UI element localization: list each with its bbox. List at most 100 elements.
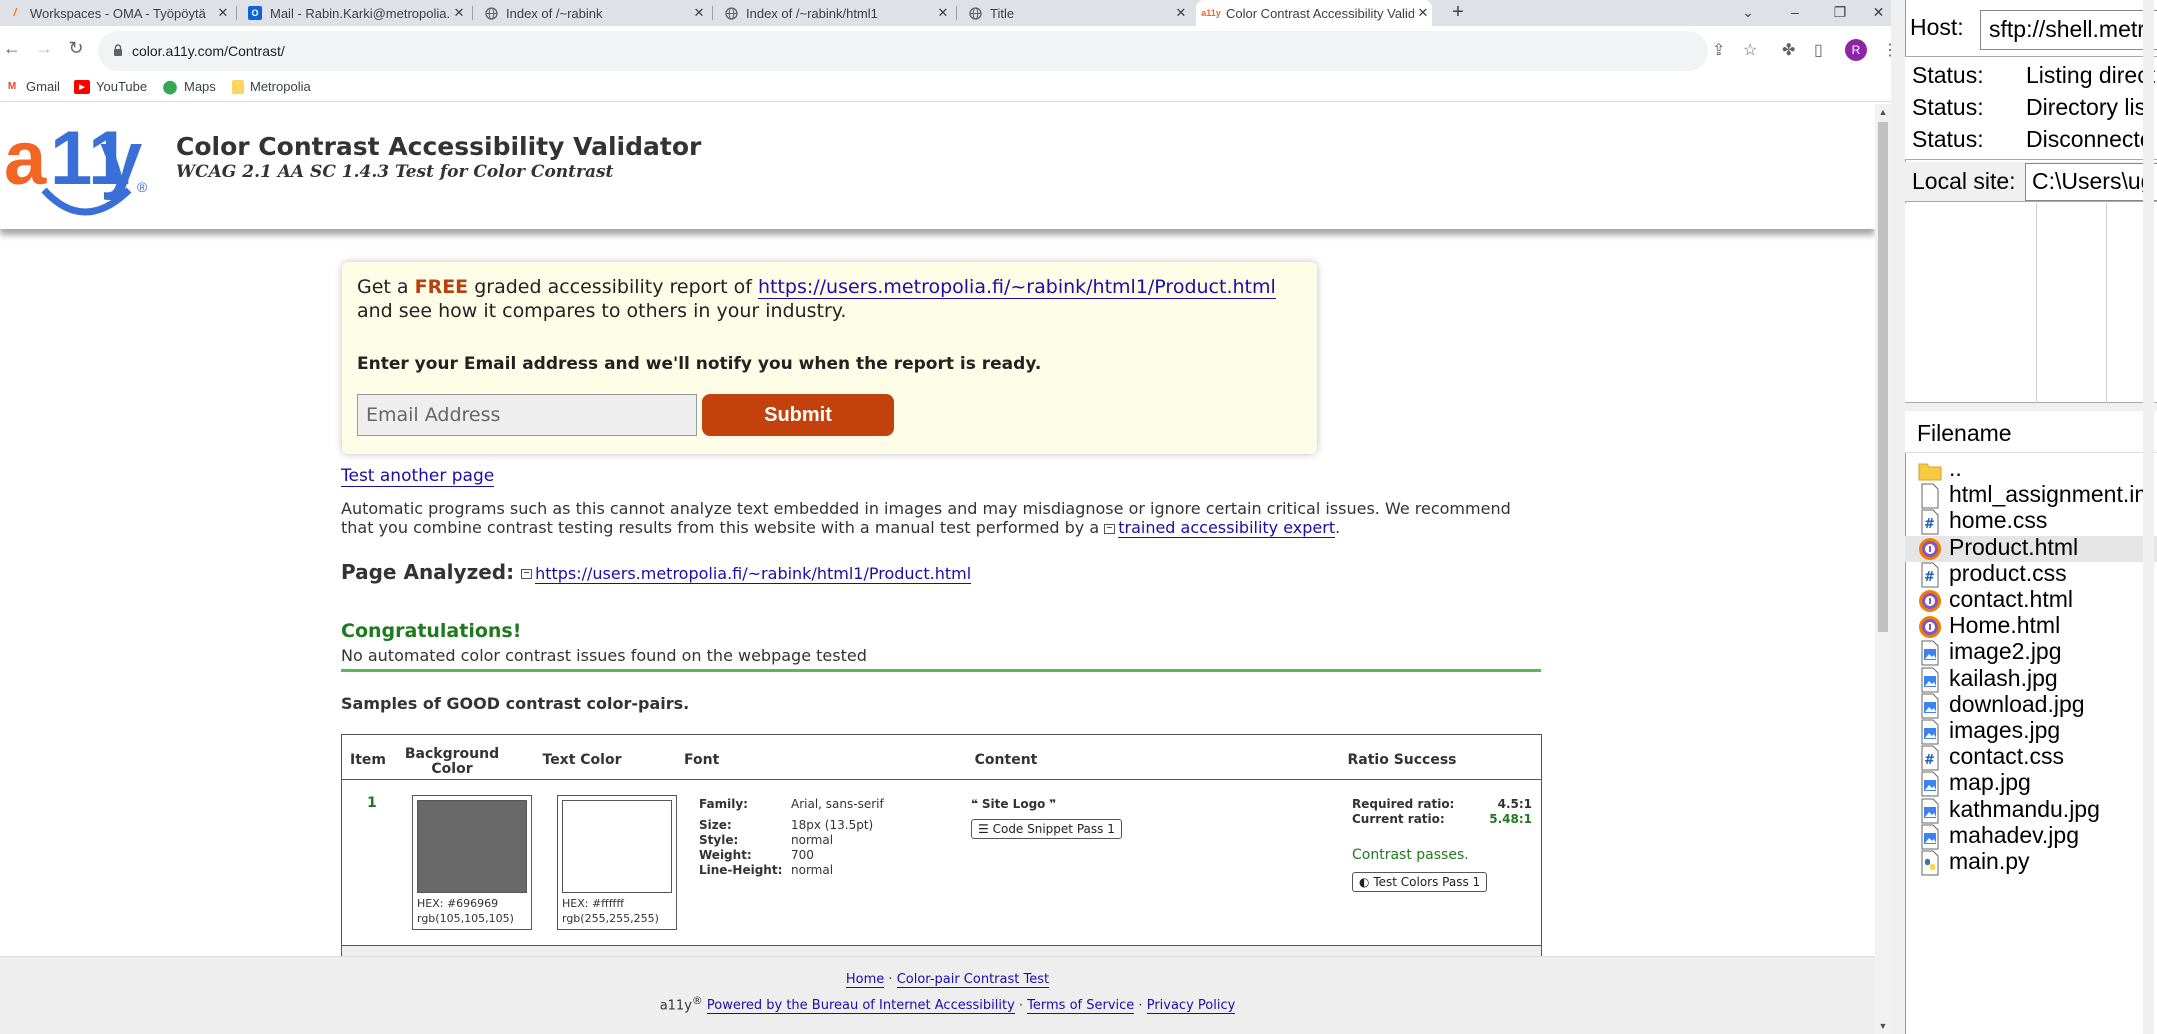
tab-title[interactable]: Title ✕	[960, 0, 1190, 26]
address-bar[interactable]	[98, 31, 1708, 71]
page-scrollbar[interactable]: ▲ ▼	[1875, 104, 1891, 1034]
close-icon[interactable]: ✕	[450, 5, 468, 21]
share-icon[interactable]: ⇪	[1712, 40, 1725, 60]
background-color-cell: HEX: #696969 rgb(105,105,105)	[412, 795, 532, 930]
file-row[interactable]: images.jpg	[1905, 717, 2157, 745]
reload-icon[interactable]: ↻	[64, 38, 88, 59]
file-name: kailash.jpg	[1949, 664, 2058, 691]
congrats-heading: Congratulations!	[341, 620, 522, 642]
restore-button[interactable]: ❐	[1820, 0, 1860, 26]
file-row[interactable]: Product.html	[1905, 534, 2157, 562]
profile-avatar[interactable]: R	[1845, 39, 1867, 61]
css-file-icon: #	[1918, 562, 1942, 588]
tab-index-rabink[interactable]: Index of /~rabink ✕	[476, 0, 708, 26]
lock-icon[interactable]	[112, 44, 124, 56]
file-row[interactable]: ..	[1905, 455, 2157, 483]
quote-close-icon: ❞	[1049, 797, 1057, 811]
local-site-input[interactable]: C:\Users\ug	[2025, 163, 2157, 201]
scroll-thumb[interactable]	[1878, 122, 1888, 632]
bookmark-maps[interactable]: ⬤ Maps	[162, 78, 216, 95]
file-row[interactable]: main.py	[1905, 848, 2157, 876]
filezilla-scrollbar[interactable]	[2140, 0, 2157, 1034]
tab-search-icon[interactable]: ⌄	[1728, 0, 1768, 26]
footer-home-link[interactable]: Home	[845, 972, 885, 988]
bookmark-youtube[interactable]: ▶ YouTube	[74, 79, 147, 94]
test-another-page-link[interactable]: Test another page	[341, 466, 495, 487]
file-name: contact.html	[1949, 586, 2073, 612]
file-name: html_assignment.im	[1949, 481, 2154, 508]
new-tab-button[interactable]: +	[1445, 0, 1471, 26]
close-icon[interactable]: ✕	[1172, 5, 1190, 21]
test-colors-button[interactable]: ◐ Test Colors Pass 1	[1352, 872, 1488, 892]
pane-splitter[interactable]	[1905, 403, 2157, 411]
page-analyzed-label: Page Analyzed:	[341, 560, 515, 584]
file-row[interactable]: kathmandu.jpg	[1905, 796, 2157, 824]
scroll-up-icon[interactable]: ▲	[1875, 104, 1891, 120]
background-swatch	[417, 800, 527, 893]
file-name: images.jpg	[1949, 717, 2061, 743]
file-row[interactable]: html_assignment.im	[1905, 481, 2157, 509]
file-row[interactable]: image2.jpg	[1905, 638, 2157, 666]
minimize-button[interactable]: –	[1775, 0, 1815, 26]
host-input[interactable]: sftp://shell.metr	[1980, 10, 2157, 50]
bookmark-star-icon[interactable]: ☆	[1743, 40, 1757, 60]
header-divider	[342, 779, 1541, 780]
file-row[interactable]: download.jpg	[1905, 691, 2157, 719]
code-snippet-button[interactable]: ☰ Code Snippet Pass 1	[971, 819, 1122, 839]
report-url-link[interactable]: https://users.metropolia.fi/~rabink/html…	[757, 276, 1276, 299]
close-icon[interactable]: ✕	[690, 5, 708, 21]
font-family-value: Arial, sans-serif	[791, 797, 884, 811]
forward-icon[interactable]: →	[32, 38, 56, 59]
free-label: FREE	[414, 276, 469, 298]
filename-column-header[interactable]: Filename	[1917, 420, 2012, 447]
file-name: map.jpg	[1949, 769, 2031, 796]
bookmark-metropolia[interactable]: Metropolia	[232, 79, 311, 94]
content-cell: ❝ Site Logo ❞	[971, 797, 1056, 811]
tab-label: Mail - Rabin.Karki@metropolia.fi	[270, 5, 450, 21]
status-label: Status:	[1912, 94, 1984, 120]
a11y-logo[interactable]: a 11 y ®	[4, 114, 154, 224]
contrast-passes-text: Contrast passes.	[1352, 847, 1469, 863]
file-row[interactable]: contact.html	[1905, 586, 2157, 614]
local-directory-tree[interactable]	[1905, 203, 2157, 403]
oma-icon: /	[13, 7, 17, 19]
text-hex-text: HEX: #ffffff	[562, 897, 624, 910]
tab-label: Title	[990, 5, 1015, 21]
file-row[interactable]: # product.css	[1905, 560, 2157, 588]
submit-button[interactable]: Submit	[702, 394, 894, 436]
footer-powered-link[interactable]: Powered by the Bureau of Internet Access…	[706, 998, 1015, 1015]
tab-label: Workspaces - OMA - Työpöytä	[30, 5, 206, 21]
file-row[interactable]: mahadev.jpg	[1905, 822, 2157, 850]
current-ratio-key: Current ratio:	[1352, 812, 1445, 826]
side-panel-icon[interactable]: ▯	[1814, 40, 1823, 60]
bookmark-gmail[interactable]: M Gmail	[4, 79, 60, 94]
close-icon[interactable]: ✕	[214, 5, 232, 21]
file-row[interactable]: map.jpg	[1905, 769, 2157, 797]
back-icon[interactable]: ←	[0, 38, 24, 59]
tab-index-html1[interactable]: Index of /~rabink/html1 ✕	[716, 0, 952, 26]
contrast-icon: ◐	[1359, 875, 1370, 889]
close-icon[interactable]: ✕	[1414, 5, 1432, 21]
file-row[interactable]: kailash.jpg	[1905, 664, 2157, 693]
close-window-button[interactable]: ✕	[1866, 0, 1891, 26]
expert-link[interactable]: trained accessibility expert	[1118, 518, 1336, 538]
analyzed-url-link[interactable]: https://users.metropolia.fi/~rabink/html…	[535, 564, 972, 584]
footer-terms-link[interactable]: Terms of Service	[1027, 998, 1135, 1015]
bookmark-label: Gmail	[26, 79, 60, 94]
tab-color-contrast[interactable]: a11y Color Contrast Accessibility Valid …	[1196, 0, 1432, 26]
file-name: Home.html	[1949, 612, 2061, 639]
text-swatch	[562, 800, 672, 893]
scroll-down-icon[interactable]: ▼	[1875, 1018, 1891, 1034]
status-text: Disconnecte	[2026, 126, 2153, 152]
extensions-icon[interactable]: ✤	[1782, 40, 1795, 60]
maps-icon: ⬤	[162, 78, 178, 94]
email-input[interactable]	[357, 394, 697, 436]
file-row[interactable]: # contact.css	[1905, 743, 2157, 771]
file-row[interactable]: Home.html	[1905, 612, 2157, 640]
tab-mail[interactable]: O Mail - Rabin.Karki@metropolia.fi ✕	[240, 0, 468, 26]
footer-pair-test-link[interactable]: Color-pair Contrast Test	[896, 972, 1050, 988]
footer-privacy-link[interactable]: Privacy Policy	[1146, 998, 1236, 1015]
file-row[interactable]: # home.css	[1905, 507, 2157, 535]
tab-oma[interactable]: / Workspaces - OMA - Työpöytä ✕	[0, 0, 232, 26]
close-icon[interactable]: ✕	[934, 5, 952, 21]
